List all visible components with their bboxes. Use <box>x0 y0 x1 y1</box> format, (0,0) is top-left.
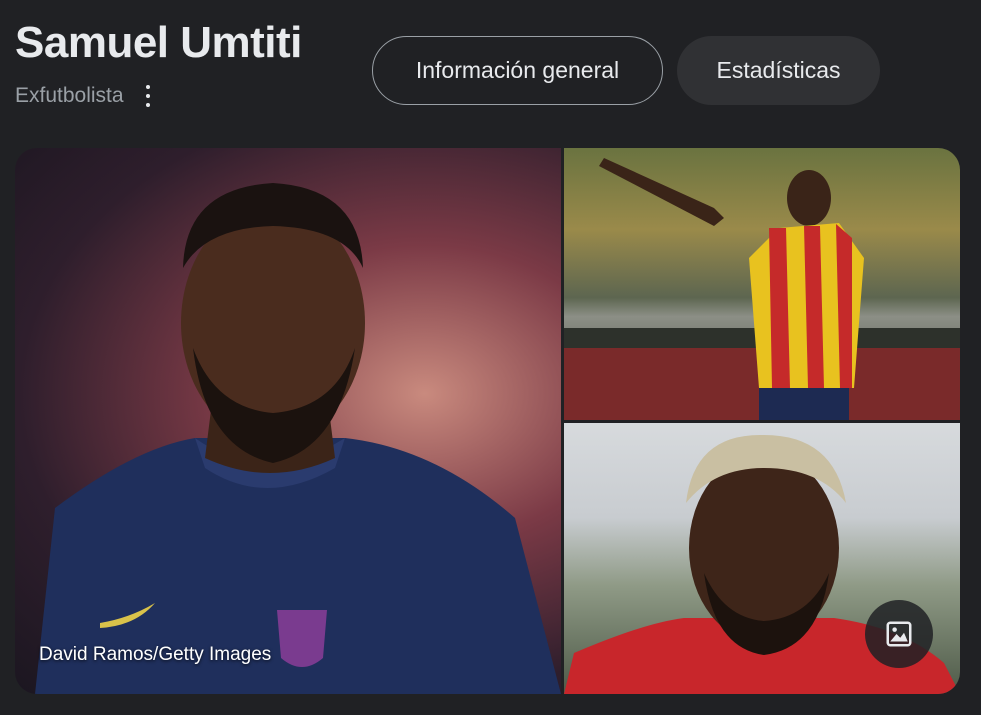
image-credit: David Ramos/Getty Images <box>39 644 272 665</box>
pointing-illustration <box>564 158 960 420</box>
tab-informacion-general[interactable]: Información general <box>372 36 663 105</box>
player-image-closeup[interactable] <box>564 423 960 694</box>
main-player-image[interactable]: David Ramos/Getty Images <box>15 148 561 694</box>
more-vert-icon[interactable] <box>142 85 154 107</box>
player-portrait-illustration <box>35 183 561 694</box>
image-icon-glyph <box>886 621 912 647</box>
image-icon[interactable] <box>865 600 933 668</box>
subtitle: Exfutbolista <box>15 84 124 107</box>
image-grid: David Ramos/Getty Images <box>15 148 960 694</box>
subtitle-row: Exfutbolista <box>15 84 154 108</box>
tab-bar: Información general Estadísticas <box>372 36 880 105</box>
player-image-pointing[interactable] <box>564 148 960 420</box>
tab-estadisticas[interactable]: Estadísticas <box>677 36 880 105</box>
page-title: Samuel Umtiti <box>15 18 302 67</box>
knowledge-panel: Samuel Umtiti Exfutbolista Información g… <box>0 0 981 715</box>
